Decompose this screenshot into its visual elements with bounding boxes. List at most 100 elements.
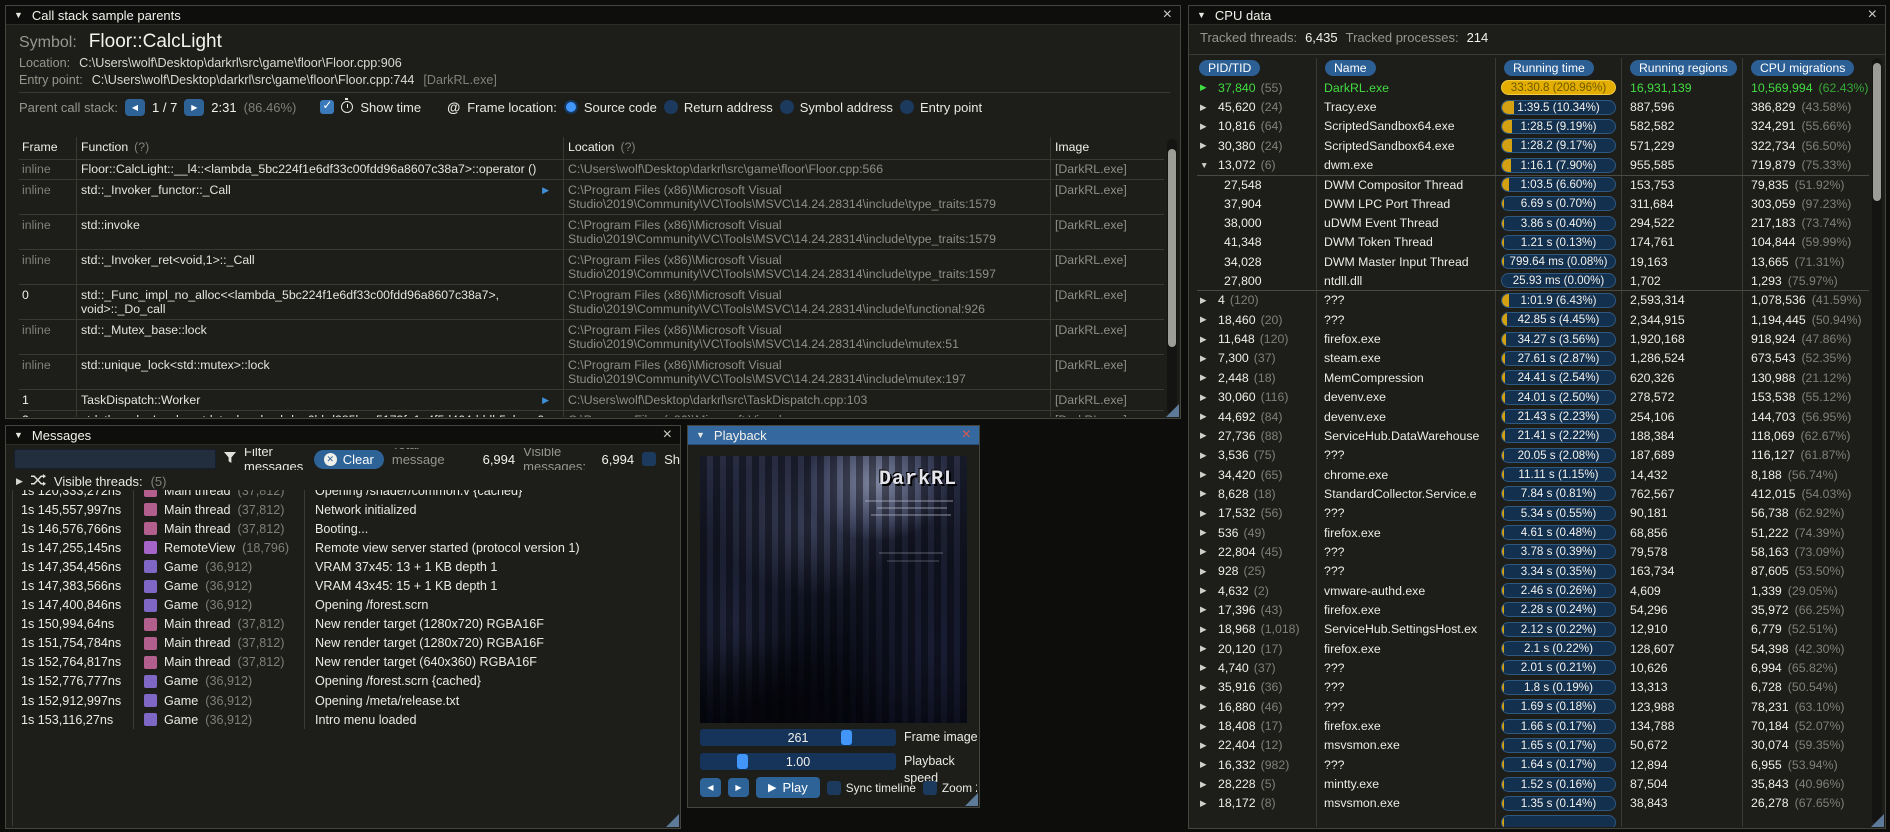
filter-input[interactable]	[14, 449, 216, 469]
cpu-row[interactable]: ▶ 17,532 (56)??? 5.34 s (0.55%) 90,181 56,738…	[1197, 503, 1869, 523]
message-row[interactable]: 1s 145,557,997ns Main thread (37,812) Netwo…	[13, 500, 678, 520]
message-row[interactable]: 1s 152,764,817ns Main thread (37,812) New r…	[13, 652, 678, 672]
expand-row-icon[interactable]: ▶	[1200, 392, 1213, 403]
cpu-row[interactable]: ▶ 8,628 (18) StandardCollector.Service.e 7.8…	[1197, 484, 1869, 504]
expand-row-icon[interactable]: ▶	[1200, 140, 1213, 151]
callstack-row[interactable]: inline std::_Mutex_base::lock C:\Program F…	[19, 319, 1164, 354]
column-running-regions[interactable]: Running regions	[1630, 60, 1737, 76]
expand-row-icon[interactable]: ▶	[1200, 450, 1213, 461]
zoom-2x-checkbox[interactable]	[922, 780, 937, 795]
resize-grip[interactable]	[666, 814, 679, 827]
playback-speed-slider[interactable]: 1.00	[700, 753, 896, 770]
message-row[interactable]: 1s 120,333,272ns Main thread (37,812) Openi…	[13, 490, 678, 501]
cpu-row[interactable]: ▼ 13,072 (6) dwm.exe 1:16.1 (7.90%) 955,585 71…	[1197, 155, 1869, 175]
message-row[interactable]: 1s 150,994,64ns Main thread (37,812) New re…	[13, 614, 678, 634]
expand-row-icon[interactable]: ▶	[1200, 102, 1213, 113]
show-option-checkbox[interactable]	[642, 452, 657, 466]
radio-icon[interactable]	[899, 100, 914, 114]
scrollbar-thumb[interactable]	[1873, 63, 1881, 201]
radio-entry-point[interactable]: Entry point	[899, 100, 982, 115]
show-time-checkbox[interactable]	[320, 98, 335, 114]
cpu-row[interactable]: 38,000 uDWM Event Thread 3.86 s (0.40%) 294…	[1197, 213, 1869, 233]
cpu-row[interactable]: ▶ 44,692 (84) devenv.exe 21.43 s (2.23%) 254,…	[1197, 406, 1869, 427]
callstack-row[interactable]: 2std::thread::_Invoke<std::tuple<<lambda…	[19, 409, 1164, 417]
callstack-scrollbar[interactable]	[1167, 139, 1177, 414]
column-function[interactable]: Function	[81, 140, 128, 154]
collapse-icon[interactable]: ▼	[14, 430, 23, 440]
expand-row-icon[interactable]: ▶	[1200, 585, 1213, 596]
message-row[interactable]: 1s 147,354,456ns Game (36,912) VRAM 37x45: …	[13, 557, 678, 577]
message-row[interactable]: 1s 147,400,846ns Game (36,912) Opening /for…	[13, 595, 678, 615]
expand-row-icon[interactable]: ▶	[1200, 721, 1213, 732]
cpu-row[interactable]: ▶ 4 (120)??? 1:01.9 (6.43%) 2,593,314 1,078,5…	[1197, 290, 1869, 311]
cpu-row[interactable]: ▶ 4,740 (37)??? 2.01 s (0.21%) 10,626 6,994 (6…	[1197, 658, 1869, 678]
cpu-row[interactable]: ▶ 4,632 (2) vmware-authd.exe 2.46 s (0.26%) 4…	[1197, 580, 1869, 601]
expand-row-icon[interactable]: ▶	[1200, 372, 1213, 383]
visible-threads-row[interactable]: ▶ Visible threads: (5)	[16, 473, 166, 489]
cpu-row[interactable]: ▶ 18,408 (17) firefox.exe 1.66 s (0.17%) 134,…	[1197, 716, 1869, 736]
cpu-row[interactable]: 37,904 DWM LPC Port Thread 6.69 s (0.70%) 3…	[1197, 194, 1869, 214]
goto-source-icon[interactable]: ▶	[542, 183, 549, 198]
cpu-row[interactable]: ▶ 30,380 (24) ScriptedSandbox64.exe 1:28.2 (…	[1197, 136, 1869, 156]
expand-row-icon[interactable]: ▶	[1200, 662, 1213, 673]
message-row[interactable]: 1s 152,776,777ns Game (36,912) Opening /for…	[13, 671, 678, 692]
cpu-row[interactable]: ▶ 2,448 (18) MemCompression 24.41 s (2.54%) 6…	[1197, 368, 1869, 388]
cpu-scrollbar[interactable]	[1872, 58, 1882, 824]
column-pid-tid[interactable]: PID/TID	[1199, 60, 1261, 76]
expand-row-icon[interactable]: ▶	[1200, 604, 1213, 615]
callstack-row[interactable]: 0 std::_Func_impl_no_alloc<<lambda_5bc224…	[19, 284, 1164, 319]
cpu-row[interactable]: ▶ 16,332 (982)??? 1.64 s (0.17%) 12,894 6,955…	[1197, 755, 1869, 775]
expand-row-icon[interactable]: ▶	[1200, 682, 1213, 693]
expand-row-icon[interactable]: ▶	[1200, 121, 1213, 132]
cpu-row[interactable]: 34,028 DWM Master Input Thread 799.64 ms (…	[1197, 252, 1869, 272]
cpu-row[interactable]: ▶ 11,648 (120) firefox.exe 34.27 s (3.56%) 1,…	[1197, 329, 1869, 349]
callstack-row[interactable]: inline Floor::CalcLight::__l4::<lambda_5b…	[19, 158, 1164, 179]
cpu-row[interactable]: ▶ 35,916 (36)??? 1.8 s (0.19%) 13,313 6,728 (5…	[1197, 677, 1869, 697]
cpu-row[interactable]: ▶ 18,968 (1,018) ServiceHub.SettingsHost.ex…	[1197, 619, 1869, 639]
expand-row-icon[interactable]: ▶	[1200, 566, 1213, 577]
sync-timeline-checkbox[interactable]	[826, 780, 841, 795]
clear-button[interactable]: ✕ Clear	[313, 449, 384, 469]
cpu-row[interactable]: ▶ 20,120 (17) firefox.exe 2.1 s (0.22%) 128,6…	[1197, 638, 1869, 659]
expand-row-icon[interactable]: ▶	[1200, 488, 1213, 499]
expand-row-icon[interactable]: ▶	[1200, 334, 1213, 345]
expand-row-icon[interactable]: ▶	[1200, 411, 1213, 422]
expand-row-icon[interactable]: ▶	[1200, 759, 1213, 770]
callstack-row[interactable]: inline std::_Invoker_functor::_Call ▶ C:\Pr…	[19, 179, 1164, 214]
radio-source-code[interactable]: Source code	[563, 100, 657, 115]
cpu-row[interactable]: ▶ 28,228 (5) mintty.exe 1.52 s (0.16%) 87,504…	[1197, 774, 1869, 794]
cpu-row[interactable]	[1197, 813, 1869, 827]
column-location[interactable]: Location	[568, 140, 615, 154]
step-forward-button[interactable]: ▶	[728, 778, 749, 797]
message-row[interactable]: 1s 152,912,997ns Game (36,912) Opening /met…	[13, 691, 678, 711]
message-row[interactable]: 1s 151,754,784ns Main thread (37,812) New r…	[13, 633, 678, 653]
cpu-row[interactable]: 27,548 DWM Compositor Thread 1:03.5 (6.60%…	[1197, 174, 1869, 195]
cpu-row[interactable]: ▶ 30,060 (116) devenv.exe 24.01 s (2.50%) 278…	[1197, 387, 1869, 407]
cpu-row[interactable]: ▶ 22,404 (12) msvsmon.exe 1.65 s (0.17%) 50,6…	[1197, 735, 1869, 756]
scrollbar-thumb[interactable]	[1168, 149, 1176, 347]
column-image[interactable]: Image	[1055, 140, 1089, 154]
expand-row-icon[interactable]: ▶	[1200, 82, 1213, 93]
column-frame[interactable]: Frame	[22, 140, 58, 154]
cpu-row[interactable]: ▶ 45,620 (24) Tracy.exe 1:39.5 (10.34%) 887,5…	[1197, 97, 1869, 117]
close-icon[interactable]: ×	[663, 427, 672, 443]
expand-threads-icon[interactable]: ▶	[16, 476, 23, 487]
collapse-icon[interactable]: ▼	[1197, 10, 1206, 20]
cpu-row[interactable]: ▶ 22,804 (45)??? 3.78 s (0.39%) 79,578 58,163…	[1197, 542, 1869, 562]
playback-titlebar[interactable]: ▼ Playback ×	[688, 426, 979, 445]
cpu-row[interactable]: ▶ 34,420 (65) chrome.exe 11.11 s (1.15%) 14,4…	[1197, 464, 1869, 485]
expand-row-icon[interactable]: ▶	[1200, 546, 1213, 557]
column-cpu-migrations[interactable]: CPU migrations	[1751, 60, 1855, 76]
cpu-row[interactable]: ▶ 18,460 (20)??? 42.85 s (4.45%) 2,344,915 1,…	[1197, 310, 1869, 330]
cpu-row[interactable]: ▶ 7,300 (37) steam.exe 27.61 s (2.87%) 1,286,…	[1197, 348, 1869, 369]
close-icon[interactable]: ×	[1163, 7, 1172, 23]
callstack-row[interactable]: inline std::invoke C:\Program Files (x86)\…	[19, 214, 1164, 249]
expand-row-icon[interactable]: ▶	[1200, 314, 1213, 325]
cpu-row[interactable]: 27,800 ntdll.dll 25.93 ms (0.00%) 1,702 1,29…	[1197, 271, 1869, 291]
expand-row-icon[interactable]: ▶	[1200, 353, 1213, 364]
message-row[interactable]: 1s 147,383,566ns Game (36,912) VRAM 43x45: …	[13, 576, 678, 596]
cpu-row[interactable]: ▶ 16,880 (46)??? 1.69 s (0.18%) 123,988 78,23…	[1197, 697, 1869, 717]
cpu-row[interactable]: ▶ 27,736 (88) ServiceHub.DataWarehouse 21.41…	[1197, 426, 1869, 446]
cpu-row[interactable]: ▶ 536 (49) firefox.exe 4.61 s (0.48%) 68,856 5…	[1197, 522, 1869, 543]
callstack-row[interactable]: inline std::unique_lock<std::mutex>::lock…	[19, 354, 1164, 389]
